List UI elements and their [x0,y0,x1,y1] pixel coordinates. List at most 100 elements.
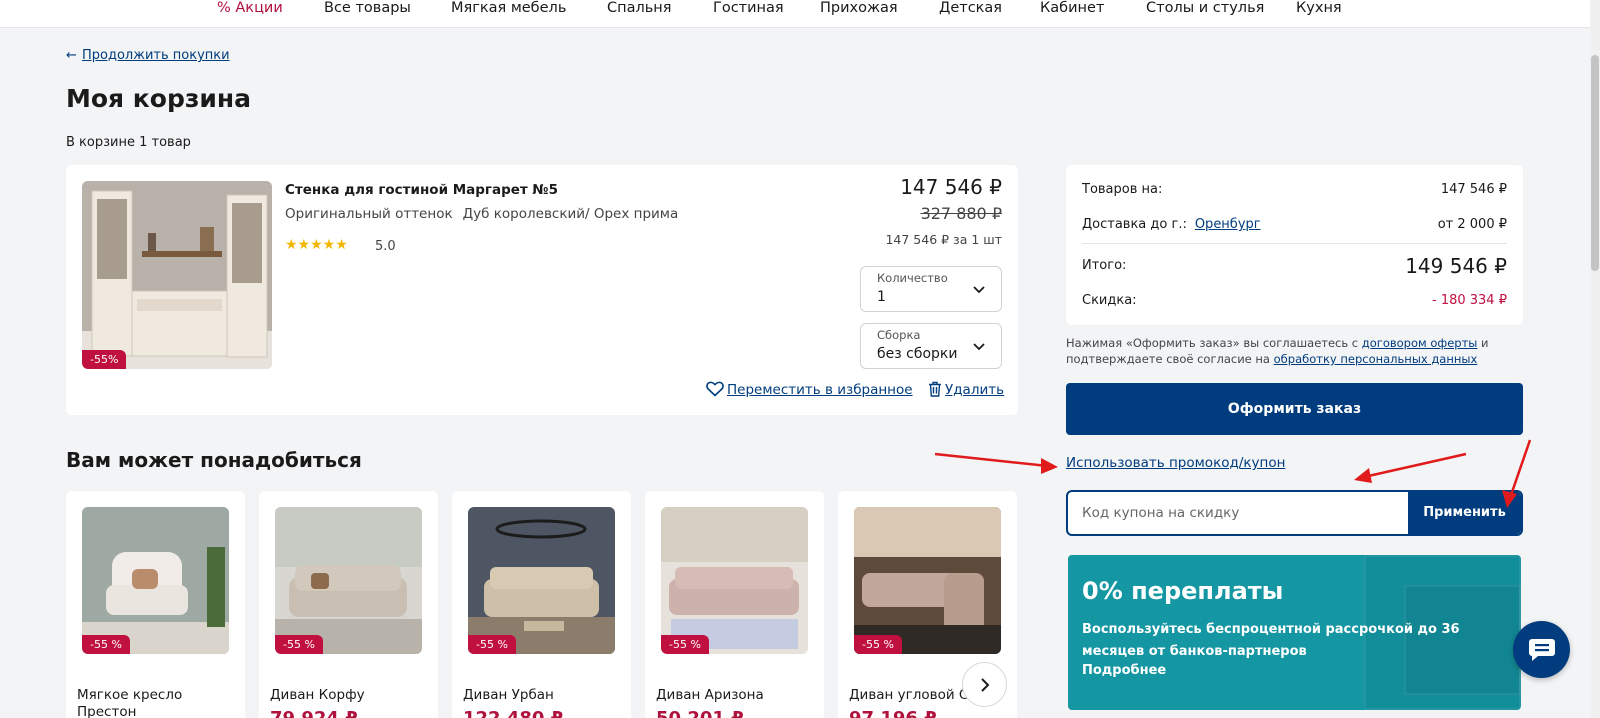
discount-badge: -55 % [661,635,709,654]
quantity-select[interactable]: Количество 1 [860,266,1002,312]
product-name[interactable]: Диван Урбан [463,687,623,704]
delivery-value: от 2 000 ₽ [1437,217,1507,232]
product-price: 97 196 ₽ [849,708,937,718]
product-name[interactable]: Мягкое кресло Престон [77,687,237,718]
carousel-next-button[interactable] [962,662,1007,707]
goods-value: 147 546 ₽ [1440,182,1507,197]
discount-label: Скидка: [1082,293,1137,308]
top-nav: % Акции Все товары Мягкая мебель Спальня… [0,0,1590,28]
product-card[interactable]: -55 % Диван Аризона 50 201 ₽ [645,491,824,718]
rating-value: 5.0 [375,239,396,254]
coupon-form: Применить [1066,490,1523,536]
move-to-favorites-link[interactable]: Переместить в избранное [706,381,913,398]
delete-item-label: Удалить [945,382,1005,398]
nav-item-kids-room[interactable]: Детская [939,0,1002,16]
page-scrollbar[interactable] [1590,0,1600,718]
chevron-down-icon [973,343,985,351]
consent-part1: Нажимая «Оформить заказ» вы соглашаетесь… [1066,336,1362,350]
product-image: -55 % [854,507,1001,654]
sofa-illustration [275,507,422,654]
nav-item-soft-furniture[interactable]: Мягкая мебель [451,0,566,16]
product-card[interactable]: -55 % Диван Корфу 79 924 ₽ [259,491,438,718]
cart-item-card: -55% Стенка для гостиной Маргарет №5 Ори… [66,165,1018,415]
quantity-label: Количество [877,271,948,285]
product-name[interactable]: Диван Корфу [270,687,430,704]
recommendations-title: Вам может понадобиться [66,448,362,472]
continue-shopping-link[interactable]: ← Продолжить покупки [66,48,230,63]
summary-discount-row: Скидка: - 180 334 ₽ [1082,293,1507,308]
apply-coupon-button[interactable]: Применить [1408,492,1521,534]
product-image: -55 % [661,507,808,654]
cart-item-unit-price: 147 546 ₽ за 1 шт [885,232,1002,247]
move-to-favorites-label: Переместить в избранное [727,382,913,398]
cart-item-name[interactable]: Стенка для гостиной Маргарет №5 [285,182,558,198]
chevron-down-icon [973,286,985,294]
use-promo-code-link[interactable]: Использовать промокод/купон [1066,455,1285,471]
banner-text: Воспользуйтесь беспроцентной рассрочкой … [1082,622,1460,659]
variant-value: Дуб королевский/ Орех прима [462,206,679,222]
coupon-input[interactable] [1068,492,1410,534]
discount-badge: -55 % [854,635,902,654]
product-image: -55 % [468,507,615,654]
continue-shopping-label: Продолжить покупки [82,48,230,63]
product-price: 50 201 ₽ [656,708,744,718]
goods-label: Товаров на: [1082,182,1163,197]
banner-heading: 0% переплаты [1082,577,1284,605]
product-card[interactable]: -55 % Диван Урбан 122 480 ₽ [452,491,631,718]
product-image: -55 % [82,507,229,654]
heart-icon [706,381,724,397]
assembly-label: Сборка [877,328,921,342]
arrow-left-icon: ← [66,48,77,63]
nav-item-all-goods[interactable]: Все товары [324,0,411,16]
nav-item-hallway[interactable]: Прихожая [820,0,898,16]
annotation-arrowhead [1041,458,1058,474]
personal-data-link[interactable]: обработку персональных данных [1274,352,1478,366]
summary-total-row: Итого: 149 546 ₽ [1082,254,1507,278]
product-price: 79 924 ₽ [270,708,358,718]
annotation-arrow [1363,452,1467,479]
product-price: 122 480 ₽ [463,708,563,718]
banner-more-link[interactable]: Подробнее [1082,663,1166,678]
scrollbar-thumb[interactable] [1591,55,1599,271]
discount-badge: -55 % [275,635,323,654]
cart-count: В корзине 1 товар [66,135,191,150]
assembly-select[interactable]: Сборка без сборки [860,323,1002,369]
discount-badge: -55 % [82,635,130,654]
annotation-arrow [934,452,1049,468]
place-order-button[interactable]: Оформить заказ [1066,383,1523,435]
nav-item-study[interactable]: Кабинет [1040,0,1104,16]
product-name[interactable]: Диван Аризона [656,687,816,704]
delivery-label: Доставка до г.: [1082,217,1187,232]
total-label: Итого: [1082,258,1127,273]
corner-sofa-illustration [854,507,1001,654]
nav-item-bedroom[interactable]: Спальня [607,0,672,16]
chat-bubble-icon [1529,639,1555,661]
chat-button[interactable] [1513,621,1570,678]
nav-item-sales[interactable]: % Акции [217,0,283,16]
trash-icon [929,381,941,397]
total-value: 149 546 ₽ [1405,254,1507,278]
nav-item-kitchen[interactable]: Кухня [1296,0,1342,16]
quantity-value: 1 [877,289,886,305]
summary-delivery-row: Доставка до г.: Оренбург от 2 000 ₽ [1082,217,1507,232]
variant-label: Оригинальный оттенок [285,206,453,222]
installment-banner[interactable]: 0% переплаты Воспользуйтесь беспроцентно… [1068,555,1521,710]
cart-item-variant: Оригинальный оттенок Дуб королевский/ Оре… [285,206,678,222]
nav-item-living-room[interactable]: Гостиная [713,0,784,16]
delivery-city-link[interactable]: Оренбург [1195,217,1261,232]
order-summary: Товаров на: 147 546 ₽ Доставка до г.: Оре… [1066,165,1523,325]
product-image: -55 % [275,507,422,654]
product-card[interactable]: -55 % Мягкое кресло Престон [66,491,245,718]
cart-item-image[interactable]: -55% [82,181,272,369]
assembly-value: без сборки [877,346,958,362]
cart-item-old-price: 327 880 ₽ [920,204,1002,223]
discount-badge: -55% [82,350,127,369]
annotation-arrowhead [1354,468,1372,483]
nav-item-tables-chairs[interactable]: Столы и стулья [1146,0,1264,16]
armchair-illustration [82,507,229,654]
offer-agreement-link[interactable]: договором оферты [1362,336,1478,350]
delete-item-link[interactable]: Удалить [928,381,1004,398]
chevron-right-icon [981,678,990,692]
sofa-illustration [468,507,615,654]
cart-item-price: 147 546 ₽ [900,175,1002,199]
